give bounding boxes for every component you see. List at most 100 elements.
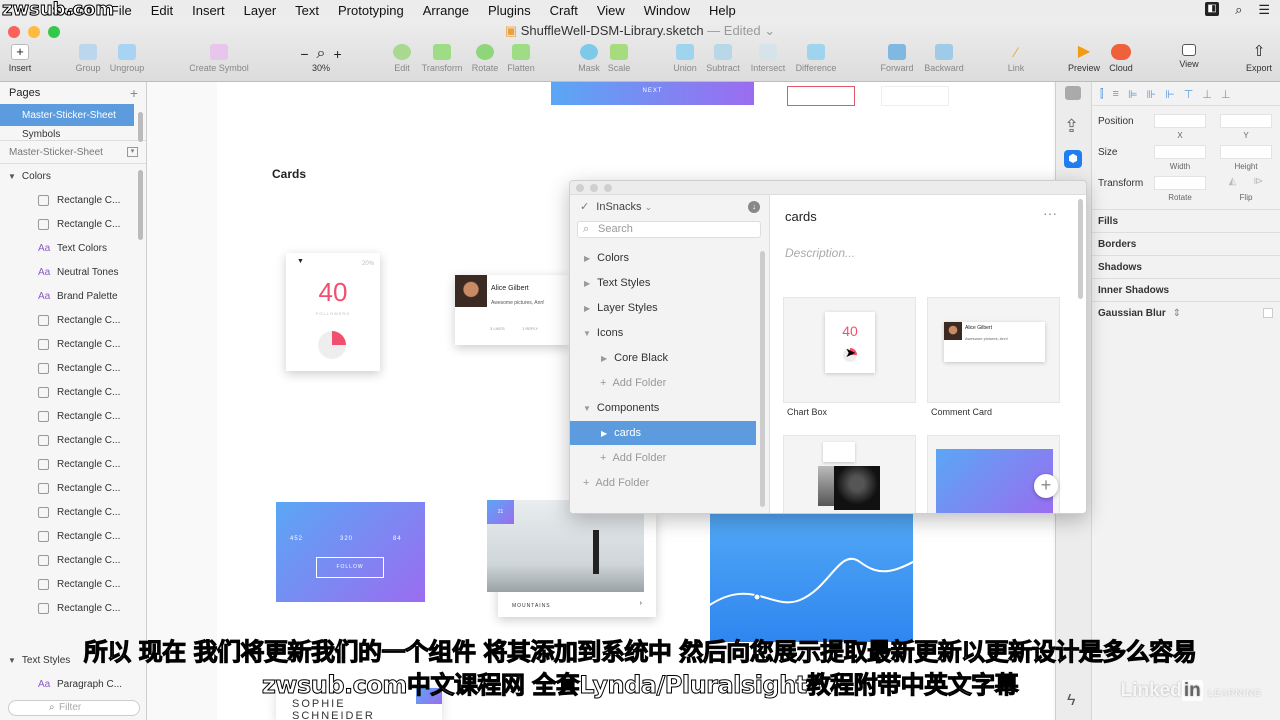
- thumb-chart-box[interactable]: 40 ➤: [783, 297, 916, 403]
- align-bottom-icon[interactable]: ⊥: [1221, 88, 1231, 101]
- tree-item-layer-styles[interactable]: ▶ Layer Styles: [570, 296, 756, 320]
- difference-button[interactable]: Difference: [786, 44, 846, 73]
- hexagon-plugin-icon[interactable]: ⬢: [1064, 150, 1082, 168]
- panel-zoom-icon[interactable]: [604, 184, 612, 192]
- description-field[interactable]: Description...: [785, 246, 855, 260]
- layer-row[interactable]: Rectangle C...: [0, 548, 146, 572]
- layer-row[interactable]: Rectangle C...: [0, 476, 146, 500]
- add-folder-icons[interactable]: + Add Folder: [570, 371, 756, 395]
- backward-button[interactable]: Backward: [914, 44, 974, 73]
- add-component-button[interactable]: +: [1034, 474, 1058, 498]
- layer-filter-input[interactable]: ⌕ Filter: [8, 700, 140, 716]
- layer-row[interactable]: Rectangle C...: [0, 500, 146, 524]
- blur-checkbox[interactable]: [1263, 308, 1273, 318]
- shadows-section[interactable]: Shadows: [1092, 255, 1280, 278]
- layer-row[interactable]: Rectangle C...: [0, 428, 146, 452]
- layer-row[interactable]: Rectangle C...: [0, 332, 146, 356]
- insert-button[interactable]: + Insert: [0, 44, 50, 73]
- menu-prototyping[interactable]: Prototyping: [338, 3, 404, 18]
- tree-item-components[interactable]: ▼ Components: [570, 396, 756, 420]
- layer-row[interactable]: Rectangle C...: [0, 212, 146, 236]
- height-input[interactable]: [1220, 145, 1272, 159]
- scale-button[interactable]: Scale: [589, 44, 649, 73]
- layer-row[interactable]: Rectangle C...: [0, 356, 146, 380]
- zoom-out-button[interactable]: −: [300, 46, 308, 62]
- inner-shadows-section[interactable]: Inner Shadows: [1092, 278, 1280, 301]
- caret-down-icon[interactable]: ▼: [8, 172, 16, 181]
- add-page-icon[interactable]: +: [130, 85, 138, 101]
- detail-scrollbar[interactable]: [1078, 199, 1083, 299]
- export-button[interactable]: ⇧ Export: [1229, 44, 1280, 74]
- menu-text[interactable]: Text: [295, 3, 319, 18]
- chart-box-card[interactable]: ▼ 20% 40 FOLLOWERS: [286, 253, 380, 371]
- palette-icon[interactable]: [1065, 86, 1081, 100]
- blur-stepper-icon[interactable]: ⇕: [1173, 308, 1181, 319]
- link-button[interactable]: ⁄ Link: [986, 44, 1046, 73]
- upload-icon[interactable]: ⇪: [1064, 116, 1079, 137]
- fills-section[interactable]: Fills: [1092, 209, 1280, 232]
- library-search-input[interactable]: ⌕ Search: [577, 221, 761, 238]
- stats-follow-card[interactable]: 452 320 84 FOLLOW: [276, 502, 425, 602]
- layer-row[interactable]: Rectangle C...: [0, 572, 146, 596]
- rotate-input[interactable]: [1154, 176, 1206, 190]
- download-icon[interactable]: ↓: [748, 201, 760, 213]
- empty-gray-rect[interactable]: [881, 86, 949, 106]
- gaussian-blur-section[interactable]: Gaussian Blur ⇕: [1092, 301, 1280, 324]
- layer-row[interactable]: Aa Brand Palette: [0, 284, 146, 308]
- layer-row[interactable]: Aa Neutral Tones: [0, 260, 146, 284]
- tree-item-text-styles[interactable]: ▶ Text Styles: [570, 271, 756, 295]
- chevron-right-icon[interactable]: ›: [640, 600, 642, 607]
- layer-row[interactable]: Rectangle C...: [0, 308, 146, 332]
- layer-row[interactable]: Rectangle C...: [0, 380, 146, 404]
- tree-item-core-black[interactable]: ▶ Core Black: [570, 346, 756, 370]
- sketch-status-icon[interactable]: ◧: [1205, 2, 1220, 16]
- empty-red-rect[interactable]: [787, 86, 855, 106]
- align-middle-icon[interactable]: ⊥: [1202, 88, 1212, 101]
- menu-edit[interactable]: Edit: [151, 3, 173, 18]
- flip-vertical-icon[interactable]: ⧐: [1253, 176, 1263, 190]
- thumb-photo-grid[interactable]: [783, 435, 916, 513]
- align-right-icon[interactable]: ⊩: [1165, 88, 1175, 101]
- layer-row[interactable]: Rectangle C...: [0, 404, 146, 428]
- layer-row[interactable]: Rectangle C...: [0, 188, 146, 212]
- zoom-in-button[interactable]: +: [333, 46, 341, 62]
- zoom-control[interactable]: − ⌕ + 30%: [291, 44, 351, 74]
- page-item-master-sticker-sheet[interactable]: Master-Sticker-Sheet: [0, 104, 134, 126]
- next-button-sticker[interactable]: NEXT: [551, 82, 754, 105]
- add-folder-components[interactable]: + Add Folder: [570, 446, 756, 470]
- align-left-icon[interactable]: ⫿: [1100, 88, 1104, 100]
- tree-item-colors[interactable]: ▶ Colors: [570, 246, 756, 270]
- menu-craft[interactable]: Craft: [550, 3, 578, 18]
- collapse-pages-icon[interactable]: ▾: [127, 147, 138, 157]
- add-folder-root[interactable]: + Add Folder: [570, 471, 756, 495]
- menu-view[interactable]: View: [597, 3, 625, 18]
- wave-chart-card[interactable]: [710, 512, 913, 642]
- menu-arrange[interactable]: Arrange: [423, 3, 469, 18]
- tree-item-icons[interactable]: ▼ Icons: [570, 321, 756, 345]
- flatten-button[interactable]: Flatten: [491, 44, 551, 73]
- flip-buttons[interactable]: ◭ ⧐: [1220, 176, 1272, 190]
- align-top-icon[interactable]: ⊤: [1184, 88, 1194, 101]
- layer-row[interactable]: Rectangle C...: [0, 596, 146, 620]
- menu-insert[interactable]: Insert: [192, 3, 225, 18]
- align-left-edge-icon[interactable]: ⊫: [1128, 88, 1138, 101]
- menu-layer[interactable]: Layer: [244, 3, 277, 18]
- layers-scrollbar[interactable]: [138, 170, 143, 240]
- ungroup-button[interactable]: Ungroup: [97, 44, 157, 73]
- follow-button[interactable]: FOLLOW: [316, 557, 384, 578]
- borders-section[interactable]: Borders: [1092, 232, 1280, 255]
- menu-window[interactable]: Window: [644, 3, 690, 18]
- panel-minimize-icon[interactable]: [590, 184, 598, 192]
- library-selector[interactable]: ✓ InSnacks ⌄: [580, 200, 652, 213]
- create-symbol-button[interactable]: Create Symbol: [189, 44, 249, 73]
- spotlight-search-icon[interactable]: ⌕: [1235, 2, 1242, 18]
- notification-center-icon[interactable]: ☰: [1258, 2, 1270, 18]
- sidebar-scrollbar[interactable]: [138, 112, 143, 142]
- layer-row[interactable]: Rectangle C...: [0, 524, 146, 548]
- layer-group-colors[interactable]: ▼ Colors: [0, 164, 146, 188]
- cloud-button[interactable]: Cloud: [1091, 44, 1151, 73]
- more-options-icon[interactable]: ···: [1043, 205, 1057, 221]
- layer-row[interactable]: Rectangle C...: [0, 452, 146, 476]
- menu-plugins[interactable]: Plugins: [488, 3, 531, 18]
- edited-status[interactable]: — Edited ⌄: [707, 23, 775, 38]
